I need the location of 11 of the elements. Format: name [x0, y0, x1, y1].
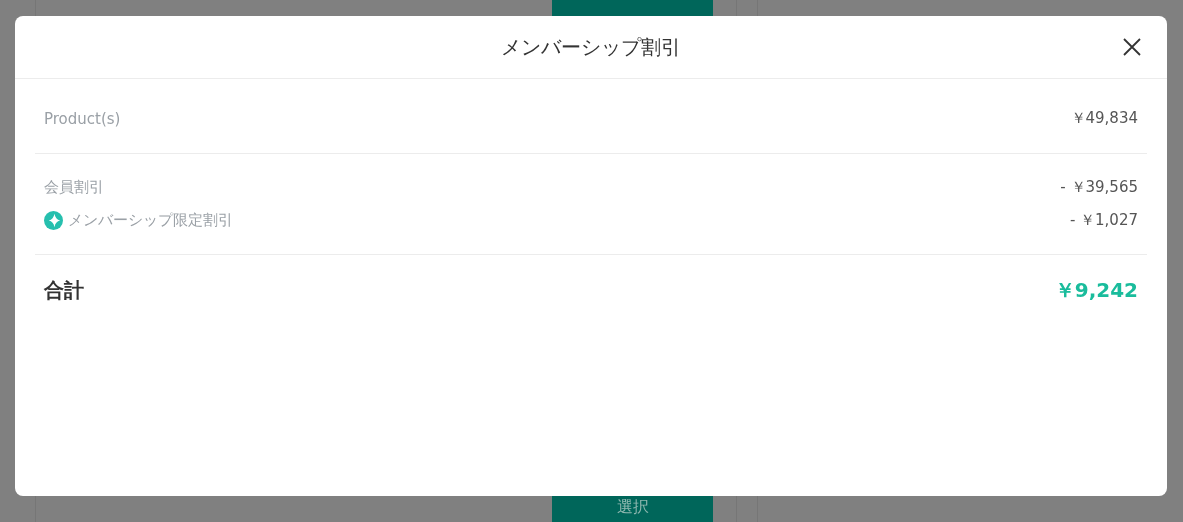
sparkle-badge-icon: [44, 211, 63, 230]
total-label: 合計: [44, 277, 84, 304]
discount-label: メンバーシップ限定割引: [68, 211, 233, 230]
discount-amount: - ￥39,565: [1060, 178, 1138, 197]
subtotal-label: Product(s): [44, 109, 121, 128]
subtotal-amount: ￥49,834: [1070, 109, 1138, 128]
discount-amount: - ￥1,027: [1069, 211, 1138, 230]
discount-label: 会員割引: [44, 178, 104, 197]
close-icon[interactable]: [1121, 36, 1143, 58]
total-amount: ￥9,242: [1054, 277, 1138, 304]
dialog-title: メンバーシップ割引: [501, 33, 681, 61]
